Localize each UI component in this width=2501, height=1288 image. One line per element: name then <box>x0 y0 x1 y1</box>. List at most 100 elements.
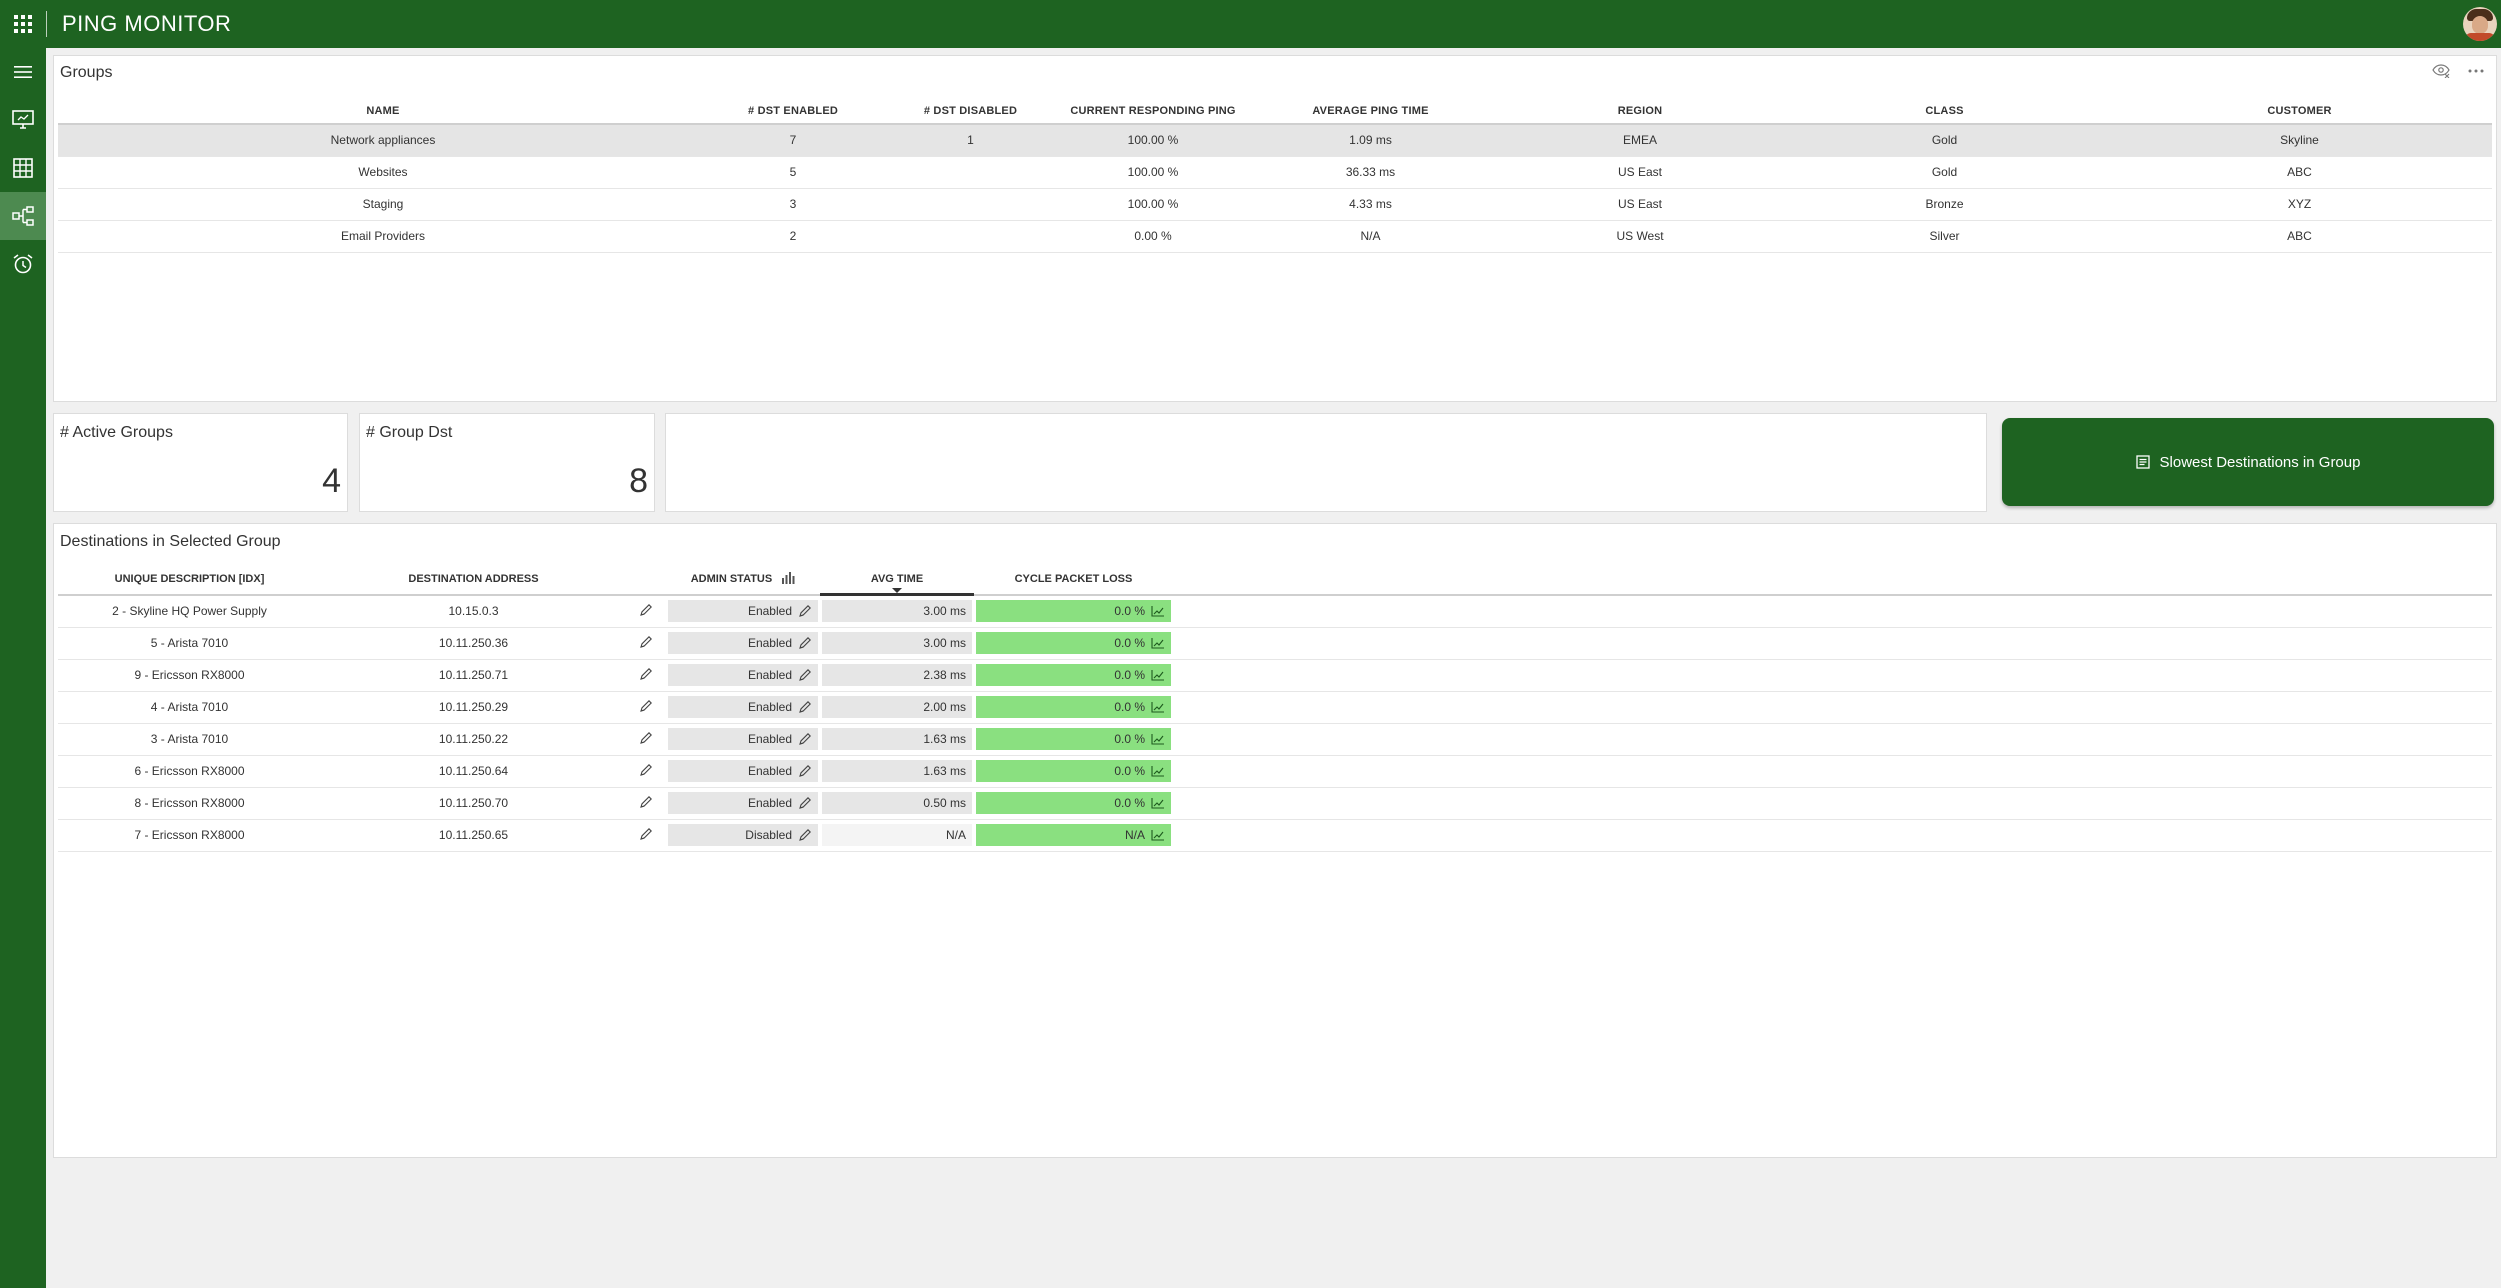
trend-chart-icon[interactable] <box>1145 733 1165 745</box>
edit-pencil-icon[interactable] <box>792 700 812 714</box>
admin-status-field[interactable]: Enabled <box>668 760 818 782</box>
admin-status-field[interactable]: Enabled <box>668 792 818 814</box>
table-row[interactable]: Websites 5 100.00 % 36.33 ms US East Gol… <box>58 156 2492 189</box>
admin-status-field[interactable]: Enabled <box>668 696 818 718</box>
trend-chart-icon[interactable] <box>1145 797 1165 809</box>
avg-time-cell: 2.38 ms <box>820 659 974 692</box>
admin-status-field[interactable]: Enabled <box>668 664 818 686</box>
col-header-name[interactable]: NAME <box>58 99 708 125</box>
hide-eye-icon[interactable] <box>2432 64 2450 78</box>
edit-pencil-icon[interactable] <box>792 668 812 682</box>
packet-loss-value: 0.0 % <box>1114 796 1145 810</box>
edit-pencil-icon[interactable] <box>639 667 653 681</box>
edit-cell <box>626 787 666 820</box>
table-row[interactable]: 2 - Skyline HQ Power Supply 10.15.0.3 Enab… <box>58 595 2492 628</box>
group-responding: 100.00 % <box>1063 124 1243 157</box>
sidebar-item-menu[interactable] <box>0 48 46 96</box>
col-header-admin-status[interactable]: ADMIN STATUS <box>666 563 820 596</box>
more-options-icon[interactable] <box>2468 69 2484 73</box>
col-header-class[interactable]: CLASS <box>1782 99 2107 125</box>
edit-cell <box>626 691 666 724</box>
edit-pencil-icon[interactable] <box>639 795 653 809</box>
admin-status-value: Enabled <box>747 732 792 746</box>
group-class: Bronze <box>1782 188 2107 221</box>
admin-status-cell: Enabled <box>666 691 820 724</box>
admin-status-cell: Enabled <box>666 659 820 692</box>
admin-status-field[interactable]: Enabled <box>668 632 818 654</box>
edit-pencil-icon[interactable] <box>792 732 812 746</box>
col-header-avg-time[interactable]: AVG TIME <box>820 563 974 596</box>
col-header-region[interactable]: REGION <box>1498 99 1782 125</box>
col-header-cycle-packet-loss[interactable]: CYCLE PACKET LOSS <box>974 563 1173 596</box>
col-header-customer[interactable]: CUSTOMER <box>2107 99 2492 125</box>
edit-pencil-icon[interactable] <box>639 827 653 841</box>
admin-status-field[interactable]: Disabled <box>668 824 818 846</box>
group-avg: 1.09 ms <box>1243 124 1498 157</box>
col-header-destination-address[interactable]: DESTINATION ADDRESS <box>321 563 626 596</box>
col-header-dst-disabled[interactable]: # DST DISABLED <box>878 99 1063 125</box>
table-row[interactable]: 9 - Ericsson RX8000 10.11.250.71 Enabled 2.… <box>58 659 2492 692</box>
bar-chart-icon[interactable] <box>781 572 795 584</box>
edit-pencil-icon[interactable] <box>792 796 812 810</box>
slowest-destinations-button[interactable]: Slowest Destinations in Group <box>2002 418 2494 506</box>
table-row[interactable]: Staging 3 100.00 % 4.33 ms US East Bronz… <box>58 188 2492 221</box>
table-row[interactable]: Network appliances 7 1 100.00 % 1.09 ms … <box>58 124 2492 157</box>
edit-pencil-icon[interactable] <box>792 636 812 650</box>
table-row[interactable]: 3 - Arista 7010 10.11.250.22 Enabled 1.63 m… <box>58 723 2492 756</box>
group-dst-enabled: 7 <box>708 124 878 157</box>
sidebar <box>0 48 46 1288</box>
col-header-filler <box>1173 563 2492 596</box>
group-dst-value: 8 <box>629 462 648 500</box>
packet-loss-value: 0.0 % <box>1114 636 1145 650</box>
sidebar-item-table[interactable] <box>0 144 46 192</box>
sidebar-item-monitor[interactable] <box>0 96 46 144</box>
admin-status-value: Enabled <box>747 700 792 714</box>
table-row[interactable]: 7 - Ericsson RX8000 10.11.250.65 Disabled N… <box>58 819 2492 852</box>
edit-pencil-icon[interactable] <box>639 731 653 745</box>
apps-launcher-button[interactable] <box>0 0 46 48</box>
group-responding: 100.00 % <box>1063 156 1243 189</box>
avg-time-cell: 3.00 ms <box>820 595 974 628</box>
trend-chart-icon[interactable] <box>1145 765 1165 777</box>
packet-loss-value: 0.0 % <box>1114 604 1145 619</box>
trend-chart-icon[interactable] <box>1145 605 1165 617</box>
col-header-dst-enabled[interactable]: # DST ENABLED <box>708 99 878 125</box>
group-dst-enabled: 3 <box>708 188 878 221</box>
edit-pencil-icon[interactable] <box>639 699 653 713</box>
group-class: Silver <box>1782 220 2107 253</box>
trend-chart-icon[interactable] <box>1145 637 1165 649</box>
edit-pencil-icon[interactable] <box>792 764 812 778</box>
destination-address: 10.15.0.3 <box>321 595 626 628</box>
admin-status-field[interactable]: Enabled <box>668 600 818 623</box>
edit-pencil-icon[interactable] <box>792 604 812 618</box>
admin-status-field[interactable]: Enabled <box>668 728 818 750</box>
edit-pencil-icon[interactable] <box>792 828 812 842</box>
trend-chart-icon[interactable] <box>1145 829 1165 841</box>
table-row[interactable]: 4 - Arista 7010 10.11.250.29 Enabled 2.00 m… <box>58 691 2492 724</box>
title-separator <box>46 11 47 37</box>
table-row[interactable]: Email Providers 2 0.00 % N/A US West Sil… <box>58 220 2492 253</box>
group-class: Gold <box>1782 124 2107 157</box>
trend-chart-icon[interactable] <box>1145 701 1165 713</box>
group-customer: ABC <box>2107 220 2492 253</box>
trend-chart-icon[interactable] <box>1145 669 1165 681</box>
table-row[interactable]: 6 - Ericsson RX8000 10.11.250.64 Enabled 1.… <box>58 755 2492 788</box>
table-row[interactable]: 5 - Arista 7010 10.11.250.36 Enabled 3.00 m… <box>58 627 2492 660</box>
sidebar-item-alarm[interactable] <box>0 240 46 288</box>
col-header-average-ping-time[interactable]: AVERAGE PING TIME <box>1243 99 1498 125</box>
edit-pencil-icon[interactable] <box>639 635 653 649</box>
col-header-unique-description[interactable]: UNIQUE DESCRIPTION [IDX] <box>58 563 321 596</box>
edit-pencil-icon[interactable] <box>639 603 653 617</box>
destination-description: 3 - Arista 7010 <box>58 723 321 756</box>
col-header-responding-ping[interactable]: CURRENT RESPONDING PING <box>1063 99 1243 125</box>
destinations-header-row: UNIQUE DESCRIPTION [IDX] DESTINATION ADD… <box>58 563 2492 596</box>
user-avatar[interactable] <box>2463 7 2497 41</box>
table-row[interactable]: 8 - Ericsson RX8000 10.11.250.70 Enabled 0.… <box>58 787 2492 820</box>
sidebar-item-hierarchy[interactable] <box>0 192 46 240</box>
table-icon <box>13 158 33 178</box>
avg-time-value: 3.00 ms <box>822 632 972 654</box>
edit-pencil-icon[interactable] <box>639 763 653 777</box>
empty-tile <box>665 413 1987 512</box>
packet-loss-cell: N/A <box>974 819 1173 852</box>
packet-loss-cell: 0.0 % <box>974 627 1173 660</box>
